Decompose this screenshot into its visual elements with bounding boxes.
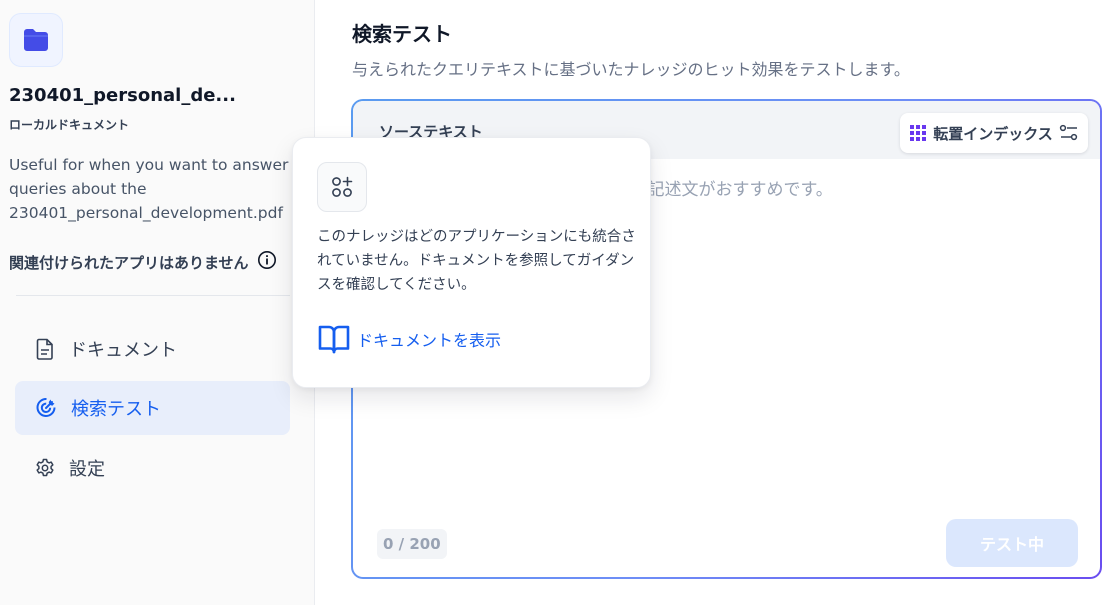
popover-line: このナレッジはどのアプリケーションにも統合さ xyxy=(317,229,636,245)
book-open-icon xyxy=(318,325,350,354)
no-linked-apps-label: 関連付けられたアプリはありません xyxy=(9,253,249,272)
dataset-description: Useful for when you want to answer queri… xyxy=(9,153,315,225)
settings-sliders-icon xyxy=(1059,124,1077,141)
sidebar-divider xyxy=(16,295,290,296)
gear-icon xyxy=(36,458,54,477)
popover-line: れていません。ドキュメントを参照してガイダン xyxy=(317,253,635,269)
target-icon xyxy=(36,397,56,417)
no-apps-popover: このナレッジはどのアプリケーションにも統合さ れていません。ドキュメントを参照し… xyxy=(292,137,651,388)
sidebar-item-retrieval-test[interactable]: 検索テスト xyxy=(15,381,290,435)
document-icon xyxy=(36,338,53,360)
popover-line: スを確認してください。 xyxy=(317,277,476,293)
page-subtitle: 与えられたクエリテキストに基づいたナレッジのヒット効果をテストします。 xyxy=(352,60,910,79)
sidebar-item-label: 設定 xyxy=(69,459,105,480)
description-line: Useful for when you want to answer xyxy=(9,156,289,174)
view-docs-label: ドキュメントを表示 xyxy=(357,331,502,350)
description-line: 230401_personal_development.pdf xyxy=(9,204,283,222)
app-root: 230401_personal_de... ローカルドキュメント Useful … xyxy=(0,0,1120,605)
no-linked-apps: 関連付けられたアプリはありません xyxy=(9,250,277,274)
dataset-type: ローカルドキュメント xyxy=(9,118,130,132)
sidebar-item-label: 検索テスト xyxy=(71,399,161,420)
sidebar-item-documents[interactable]: ドキュメント xyxy=(15,322,290,376)
description-line: queries about the xyxy=(9,180,147,198)
retrieval-method-label: 転置インデックス xyxy=(933,124,1053,143)
dataset-name: 230401_personal_de... xyxy=(9,85,236,106)
popover-message: このナレッジはどのアプリケーションにも統合さ れていません。ドキュメントを参照し… xyxy=(317,225,636,297)
sidebar-item-label: ドキュメント xyxy=(69,340,177,361)
character-counter: 0 / 200 xyxy=(377,529,447,559)
folder-icon xyxy=(9,13,63,67)
sidebar: 230401_personal_de... ローカルドキュメント Useful … xyxy=(0,0,315,605)
grid-icon xyxy=(910,125,927,141)
view-docs-link[interactable]: ドキュメントを表示 xyxy=(317,321,501,357)
info-icon[interactable] xyxy=(257,250,277,274)
apps-add-icon xyxy=(317,162,367,212)
sidebar-item-settings[interactable]: 設定 xyxy=(15,441,290,495)
test-button[interactable]: テスト中 xyxy=(946,519,1078,567)
retrieval-method-button[interactable]: 転置インデックス xyxy=(900,113,1088,153)
page-title: 検索テスト xyxy=(352,22,452,46)
